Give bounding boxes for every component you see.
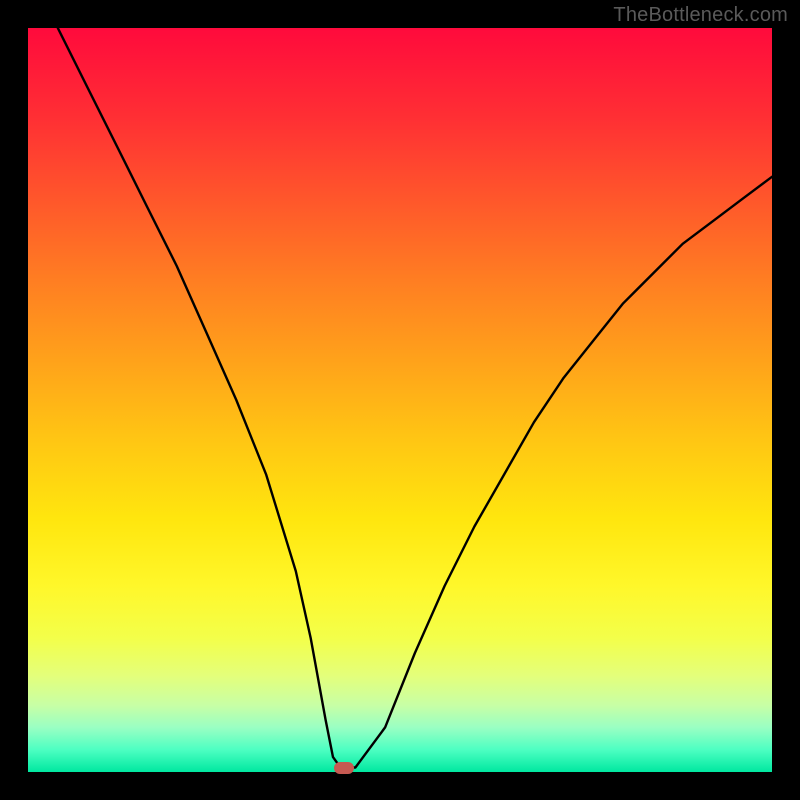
watermark-text: TheBottleneck.com (613, 4, 788, 27)
plot-area (28, 28, 772, 772)
bottleneck-curve (28, 28, 772, 772)
chart-frame: TheBottleneck.com (0, 0, 800, 800)
minimum-marker (334, 762, 354, 774)
